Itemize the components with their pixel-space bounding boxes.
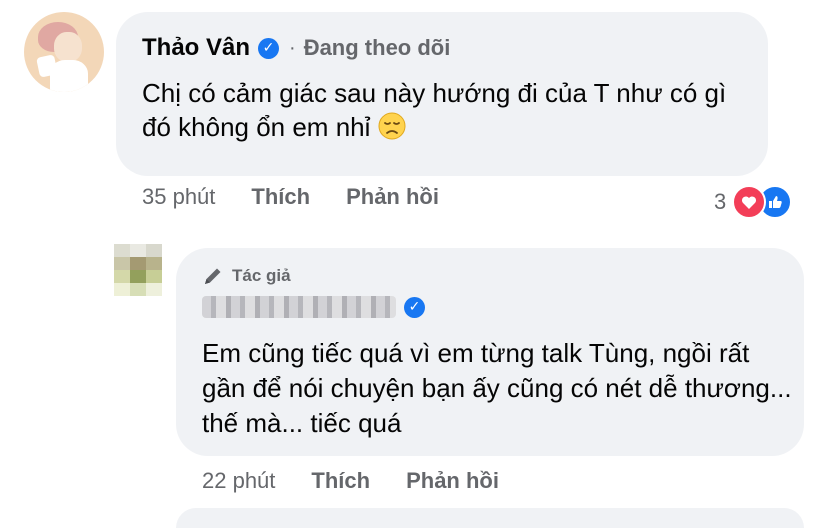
next-comment-bubble-edge [176,508,804,528]
reply-author-name[interactable] [202,296,396,318]
comment-text-block: Chị có cảm giác sau này hướng đi của T n… [142,76,752,148]
reply-author-avatar[interactable] [114,244,162,296]
reply-actions: 22 phút Thích Phản hồi [202,468,499,494]
verified-badge-icon: ✓ [404,296,425,318]
heart-reaction-icon [732,185,767,219]
comment-author-name[interactable]: Thảo Vân [142,34,250,62]
reaction-count: 3 [714,189,727,214]
author-badge-label: Tác giả [232,266,291,285]
pen-icon [205,268,221,284]
comment-actions: 35 phút Thích Phản hồi [142,184,439,210]
sad-face-emoji [378,112,406,148]
reply-timestamp[interactable]: 22 phút [202,468,275,494]
reply-bubble: Tác giả ✓ Em cũng tiếc quá vì em từng ta… [176,248,804,456]
follow-status[interactable]: Đang theo dõi [304,35,451,61]
reply-text: Em cũng tiếc quá vì em từng talk Tùng, n… [202,338,792,438]
comment-text: Chị có cảm giác sau này hướng đi của T n… [142,78,727,142]
comment-bubble: Thảo Vân ✓ · Đang theo dõi Chị có cảm gi… [116,12,768,176]
reply-button[interactable]: Phản hồi [346,184,439,210]
commenter-avatar[interactable] [24,12,104,92]
verified-badge-icon: ✓ [258,37,280,59]
reply-button[interactable]: Phản hồi [406,468,499,494]
reaction-summary[interactable]: 3 [714,185,793,219]
separator-dot: · [289,36,296,59]
like-button[interactable]: Thích [251,184,310,210]
comment-timestamp[interactable]: 35 phút [142,184,215,210]
author-badge: Tác giả [202,265,291,287]
like-button[interactable]: Thích [311,468,370,494]
